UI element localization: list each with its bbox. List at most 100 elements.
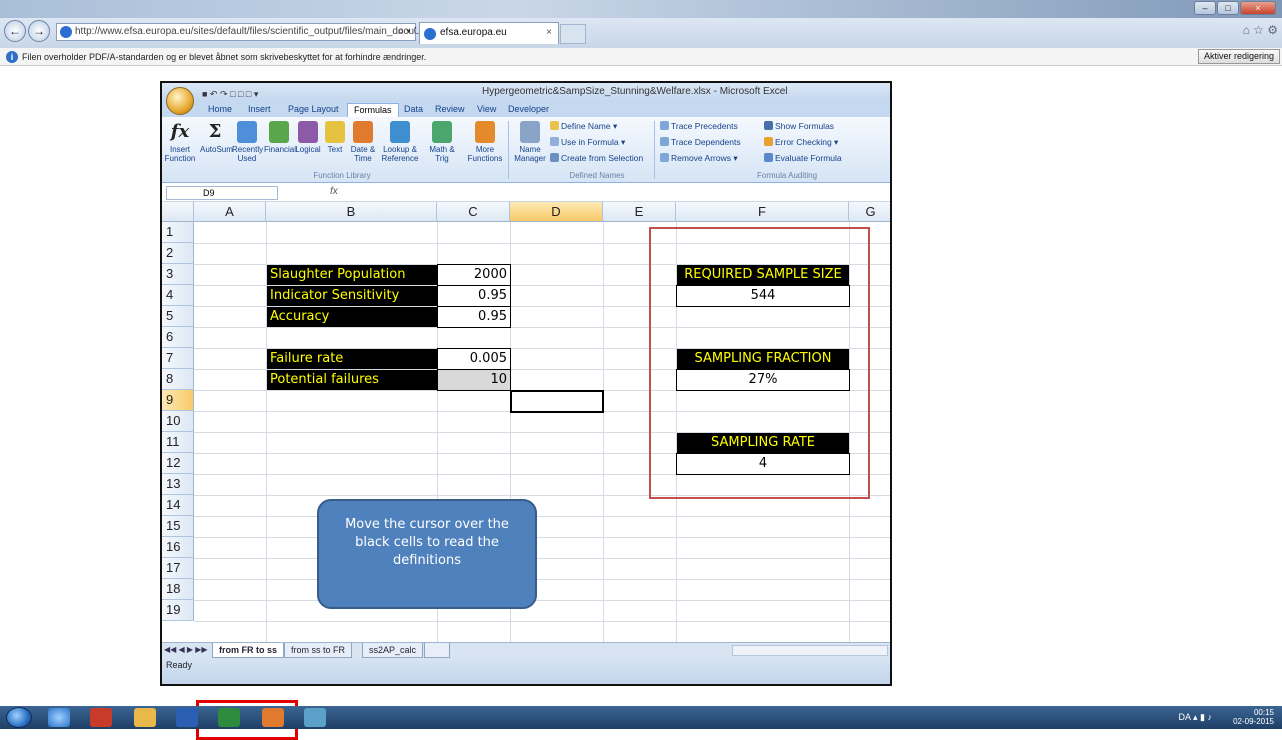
date-time-button[interactable]: Date & Time <box>348 121 378 163</box>
tab-data[interactable]: Data <box>398 103 429 117</box>
maximize-button[interactable]: □ <box>1217 1 1239 15</box>
show-formulas-button[interactable]: Show Formulas <box>764 121 834 131</box>
lookup-button[interactable]: Lookup & Reference <box>378 121 422 163</box>
sheet-tab-ss2ap-calc[interactable]: ss2AP_calc <box>362 643 424 658</box>
cell-c5-value[interactable]: 0.95 <box>437 306 511 328</box>
office-button-icon[interactable] <box>166 87 194 115</box>
math-button[interactable]: Math & Trig <box>424 121 460 163</box>
tab-home[interactable]: Home <box>202 103 238 117</box>
tab-developer[interactable]: Developer <box>502 103 555 117</box>
row-header[interactable]: 11 <box>162 432 194 453</box>
column-header-c[interactable]: C <box>437 202 510 222</box>
row-header[interactable]: 13 <box>162 474 194 495</box>
row-header[interactable]: 17 <box>162 558 194 579</box>
row-header[interactable]: 19 <box>162 600 194 621</box>
tab-close-icon[interactable]: × <box>546 23 552 43</box>
create-from-selection-button[interactable]: Create from Selection <box>550 153 643 163</box>
clock[interactable]: 00:15 02-09-2015 <box>1233 708 1274 726</box>
back-button[interactable]: ← <box>4 20 26 42</box>
remove-arrows-button[interactable]: Remove Arrows ▾ <box>660 153 738 164</box>
cell-b4-label[interactable]: Indicator Sensitivity <box>267 286 437 306</box>
sheet-tab-from-ss-to-fr[interactable]: from ss to FR <box>284 643 353 658</box>
app-icon[interactable] <box>304 708 326 727</box>
row-header[interactable]: 14 <box>162 495 194 516</box>
error-checking-button[interactable]: Error Checking ▾ <box>764 137 838 148</box>
folder-icon[interactable] <box>134 708 156 727</box>
new-tab-button[interactable] <box>560 24 586 44</box>
more-functions-button[interactable]: More Functions <box>462 121 508 163</box>
cell-b7-label[interactable]: Failure rate <box>267 349 437 369</box>
row-header[interactable]: 3 <box>162 264 194 285</box>
fx-icon[interactable]: fx <box>330 186 338 197</box>
insert-sheet-icon[interactable] <box>424 643 450 658</box>
row-header[interactable]: 5 <box>162 306 194 327</box>
name-box[interactable]: D9 <box>166 186 278 200</box>
browser-tab[interactable]: efsa.europa.eu × <box>419 22 559 44</box>
evaluate-formula-button[interactable]: Evaluate Formula <box>764 153 842 163</box>
row-header[interactable]: 10 <box>162 411 194 432</box>
select-all-corner[interactable] <box>162 202 194 222</box>
cell-c4-value[interactable]: 0.95 <box>437 285 511 307</box>
insert-function-button[interactable]: fx Insert Function <box>164 121 196 163</box>
row-header[interactable]: 12 <box>162 453 194 474</box>
horizontal-scrollbar[interactable] <box>732 645 888 656</box>
row-header[interactable]: 18 <box>162 579 194 600</box>
address-bar[interactable]: http://www.efsa.europa.eu/sites/default/… <box>56 23 416 41</box>
row-header[interactable]: 16 <box>162 537 194 558</box>
tray-status-icons[interactable]: ▴ ▮ ♪ <box>1193 712 1212 722</box>
column-header-b[interactable]: B <box>266 202 437 222</box>
cell-b3-label[interactable]: Slaughter Population <box>267 265 437 285</box>
recently-used-button[interactable]: Recently Used <box>232 121 263 163</box>
cell-c7-value[interactable]: 0.005 <box>437 348 511 370</box>
financial-button[interactable]: Financial <box>264 121 297 154</box>
toolbar-icons[interactable]: ⌂ ☆ ⚙ <box>1243 23 1278 37</box>
column-header-a[interactable]: A <box>194 202 266 222</box>
logical-button[interactable]: Logical <box>294 121 322 154</box>
show-formulas-icon <box>764 121 773 130</box>
enable-editing-button[interactable]: Aktiver redigering <box>1197 49 1280 64</box>
column-header-e[interactable]: E <box>603 202 676 222</box>
tab-page-layout[interactable]: Page Layout <box>282 103 345 117</box>
trace-dependents-button[interactable]: Trace Dependents <box>660 137 741 147</box>
tab-formulas[interactable]: Formulas <box>347 103 399 117</box>
financial-label: Financial <box>264 145 297 154</box>
define-name-button[interactable]: Define Name ▾ <box>550 121 617 132</box>
text-button[interactable]: Text <box>324 121 346 154</box>
sheet-nav-arrows[interactable]: ◀◀ ◀ ▶ ▶▶ <box>164 645 208 654</box>
tray-icons[interactable]: DA ▴ ▮ ♪ <box>1178 712 1212 723</box>
cell-b5-label[interactable]: Accuracy <box>267 307 437 327</box>
sheet-tab-from-fr-to-ss[interactable]: from FR to ss <box>212 643 285 658</box>
row-header[interactable]: 4 <box>162 285 194 306</box>
selected-cell-d9[interactable] <box>510 390 604 413</box>
minimize-button[interactable]: – <box>1194 1 1216 15</box>
column-header-d[interactable]: D <box>510 202 603 222</box>
language-indicator[interactable]: DA <box>1178 712 1190 722</box>
row-header[interactable]: 9 <box>162 390 194 411</box>
autosum-button[interactable]: Σ AutoSum <box>200 121 233 154</box>
row-header[interactable]: 7 <box>162 348 194 369</box>
name-manager-button[interactable]: Name Manager <box>512 121 548 163</box>
word-icon[interactable] <box>176 708 198 727</box>
powerpoint-icon[interactable] <box>262 708 284 727</box>
ie-icon[interactable] <box>48 708 70 727</box>
trace-precedents-button[interactable]: Trace Precedents <box>660 121 738 131</box>
cell-c8-value[interactable]: 10 <box>437 369 511 391</box>
row-header[interactable]: 2 <box>162 243 194 264</box>
close-button[interactable]: × <box>1240 1 1276 15</box>
column-header-g[interactable]: G <box>849 202 890 222</box>
excel-icon[interactable] <box>218 708 240 727</box>
tab-review[interactable]: Review <box>429 103 471 117</box>
row-header[interactable]: 6 <box>162 327 194 348</box>
media-player-icon[interactable] <box>90 708 112 727</box>
cell-b8-label[interactable]: Potential failures <box>267 370 437 390</box>
row-header[interactable]: 1 <box>162 222 194 243</box>
forward-button[interactable]: → <box>28 20 50 42</box>
row-header[interactable]: 8 <box>162 369 194 390</box>
use-in-formula-button[interactable]: Use in Formula ▾ <box>550 137 625 148</box>
cell-c3-value[interactable]: 2000 <box>437 264 511 286</box>
start-button-icon[interactable] <box>6 707 32 728</box>
tab-insert[interactable]: Insert <box>242 103 277 117</box>
tab-view[interactable]: View <box>471 103 502 117</box>
row-header[interactable]: 15 <box>162 516 194 537</box>
column-header-f[interactable]: F <box>676 202 849 222</box>
